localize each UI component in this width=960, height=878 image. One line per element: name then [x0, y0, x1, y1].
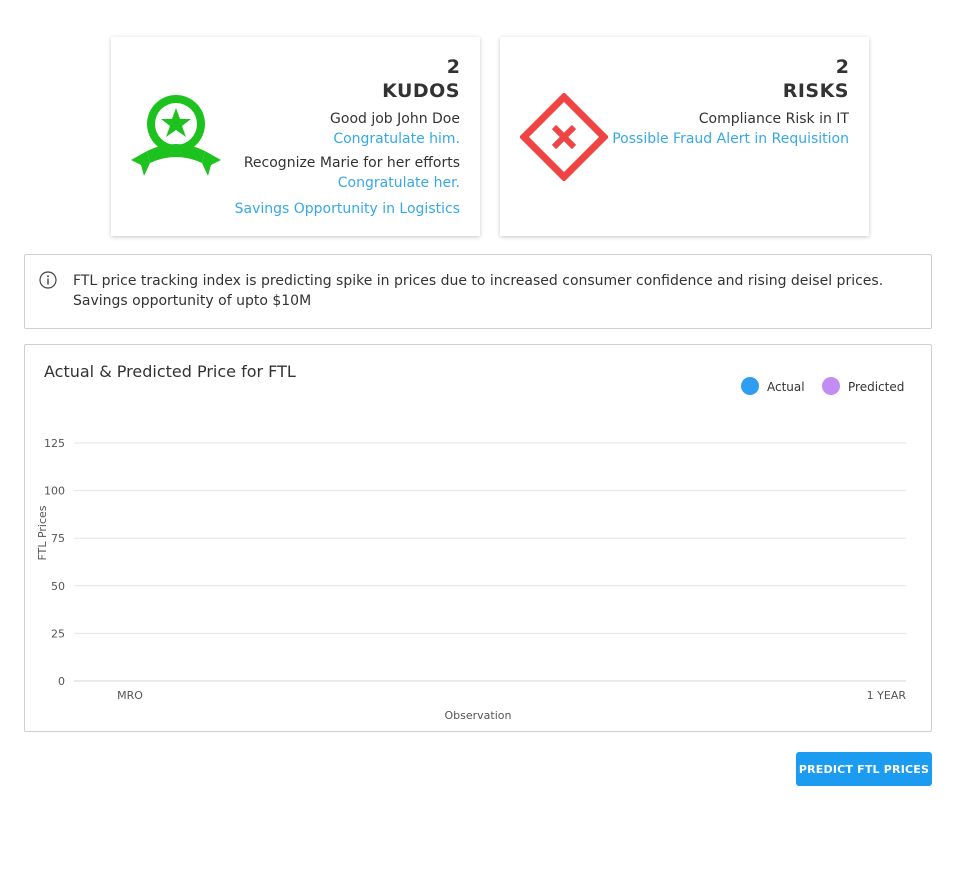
legend-label: Actual	[767, 380, 805, 394]
chart-title: Actual & Predicted Price for FTL	[44, 362, 296, 381]
info-text-line: FTL price tracking index is predicting s…	[73, 273, 884, 289]
x-axis-label: Observation	[445, 709, 512, 722]
y-tick-label: 0	[58, 675, 65, 688]
kudos-count: 2	[446, 56, 460, 78]
x-tick-label: 1 YEAR	[867, 689, 907, 702]
kudos-title: KUDOS	[382, 80, 460, 102]
risks-card: 2 RISKS Compliance Risk in IT Possible F…	[500, 37, 869, 236]
info-text-line: Savings opportunity of upto $10M	[73, 293, 312, 309]
savings-opportunity-link[interactable]: Savings Opportunity in Logistics	[235, 199, 460, 219]
price-chart: 125 100 75 50 25 0 MRO 1 YEAR FTL Prices Obser…	[36, 377, 907, 722]
y-axis-label: FTL Prices	[36, 505, 49, 560]
y-tick-label: 25	[51, 627, 65, 640]
info-icon	[39, 271, 57, 289]
legend-marker	[822, 377, 840, 395]
y-tick-label: 125	[44, 437, 65, 450]
y-tick-label: 100	[44, 485, 65, 498]
price-chart-panel: 125 100 75 50 25 0 MRO 1 YEAR FTL Prices Obser…	[24, 344, 932, 732]
risks-title: RISKS	[782, 80, 849, 102]
x-tick-label: MRO	[117, 689, 143, 702]
ribbon-star-icon	[131, 95, 221, 176]
legend-marker	[741, 377, 759, 395]
kudos-card: 2 KUDOS Good job John Doe Congratulate h…	[111, 37, 480, 236]
congratulate-her-link[interactable]: Congratulate her.	[235, 173, 460, 193]
legend-item-predicted[interactable]: Predicted	[822, 377, 904, 395]
info-banner: FTL price tracking index is predicting s…	[24, 254, 932, 329]
legend-label: Predicted	[848, 380, 904, 394]
compliance-risk-text: Compliance Risk in IT	[698, 111, 849, 127]
info-message: FTL price tracking index is predicting s…	[73, 271, 913, 311]
diamond-x-icon	[520, 93, 608, 181]
kudos-item-text: Recognize Marie for her efforts	[243, 155, 460, 171]
predict-ftl-prices-button[interactable]: PREDICT FTL PRICES	[796, 752, 932, 786]
risks-count: 2	[835, 56, 849, 78]
congratulate-him-link[interactable]: Congratulate him.	[235, 129, 460, 149]
fraud-alert-link[interactable]: Possible Fraud Alert in Requisition	[612, 129, 849, 149]
y-tick-label: 50	[51, 580, 65, 593]
legend-item-actual[interactable]: Actual	[741, 377, 805, 395]
y-tick-label: 75	[51, 532, 65, 545]
kudos-item-text: Good job John Doe	[330, 111, 460, 127]
